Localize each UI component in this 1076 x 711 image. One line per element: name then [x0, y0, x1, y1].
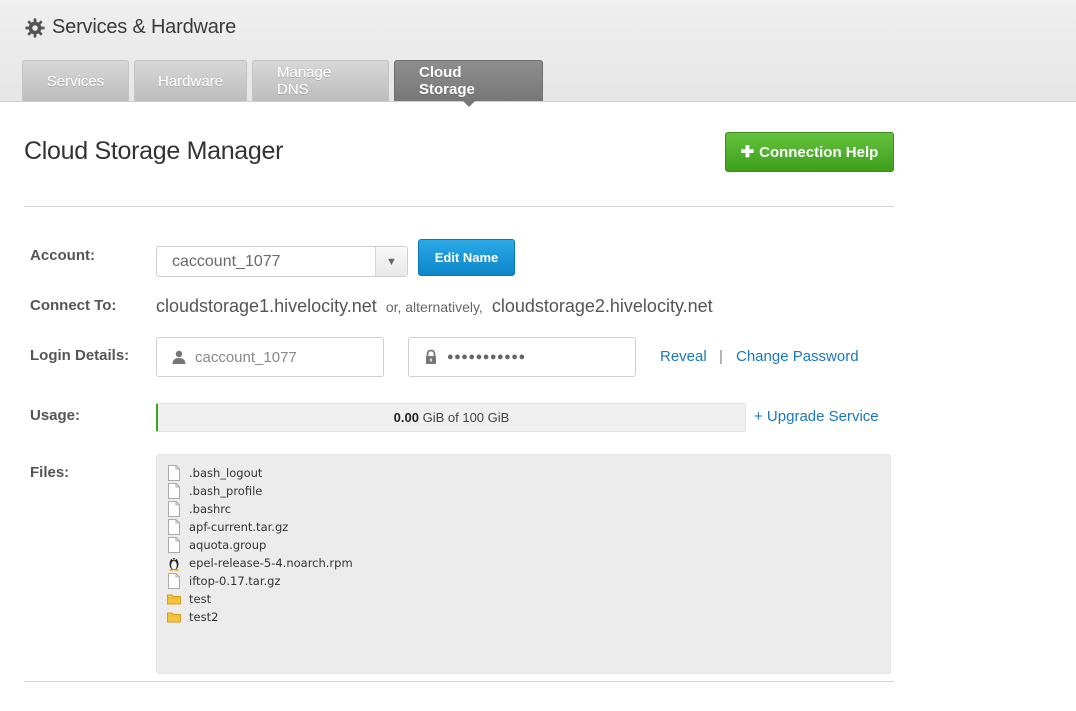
primary-host: cloudstorage1.hivelocity.net: [156, 296, 377, 316]
tab-manage-dns[interactable]: Manage DNS: [252, 60, 389, 101]
file-name: aquota.group: [189, 538, 267, 552]
tab-bar: Services Hardware Manage DNS Cloud Stora…: [22, 60, 543, 107]
plus-icon: ✚: [740, 144, 755, 161]
file-icon: [168, 483, 180, 499]
lock-icon: [426, 349, 436, 364]
file-name: test: [189, 592, 212, 606]
tab-hardware[interactable]: Hardware: [134, 60, 247, 101]
page-title: Services & Hardware: [52, 16, 237, 38]
file-row[interactable]: epel-release-5-4.noarch.rpm: [167, 554, 890, 572]
file-icon: [168, 465, 180, 481]
connect-hosts: cloudstorage1.hivelocity.net or, alterna…: [156, 296, 713, 317]
link-separator: |: [719, 348, 723, 365]
divider-top: [24, 206, 894, 207]
tab-cloud-storage[interactable]: Cloud Storage: [394, 60, 543, 107]
connection-help-label: Connection Help: [759, 143, 879, 161]
file-row[interactable]: .bash_logout: [167, 464, 890, 482]
user-icon: [172, 350, 186, 364]
file-row[interactable]: test: [167, 590, 890, 608]
file-name: epel-release-5-4.noarch.rpm: [189, 556, 353, 570]
change-password-link[interactable]: Change Password: [736, 348, 859, 365]
file-name: .bash_logout: [189, 466, 263, 480]
password-mask: ●●●●●●●●●●●: [447, 351, 526, 363]
usage-label: Usage:: [30, 407, 81, 424]
login-details-label: Login Details:: [30, 347, 130, 364]
linux-penguin-icon: [169, 558, 179, 571]
alternative-text: or, alternatively,: [385, 299, 483, 315]
secondary-host: cloudstorage2.hivelocity.net: [491, 296, 713, 316]
file-name: .bash_profile: [189, 484, 263, 498]
password-field[interactable]: ●●●●●●●●●●●: [408, 337, 636, 377]
file-name: test2: [189, 610, 219, 624]
file-name: iftop-0.17.tar.gz: [189, 574, 281, 588]
divider-bottom: [24, 681, 894, 682]
gear-icon: [25, 17, 45, 38]
section-title: Cloud Storage Manager: [24, 137, 284, 165]
usage-total-text: GiB of 100 GiB: [422, 410, 510, 425]
file-name: apf-current.tar.gz: [189, 520, 289, 534]
file-row[interactable]: .bash_profile: [167, 482, 890, 500]
connection-help-button[interactable]: ✚ Connection Help: [725, 132, 894, 172]
connect-to-label: Connect To:: [30, 297, 117, 314]
chevron-down-icon[interactable]: ▼: [375, 247, 407, 276]
tab-services[interactable]: Services: [22, 60, 129, 101]
account-select[interactable]: caccount_1077 ▼: [156, 246, 408, 277]
page-heading: Services & Hardware: [24, 16, 236, 39]
usage-used-value: 0.00: [393, 410, 419, 425]
username-field[interactable]: caccount_1077: [156, 337, 384, 377]
folder-icon: [167, 612, 181, 623]
account-label: Account:: [30, 247, 95, 264]
edit-name-button[interactable]: Edit Name: [418, 239, 515, 276]
username-value: caccount_1077: [195, 348, 297, 366]
files-label: Files:: [30, 464, 70, 481]
file-browser: .bash_logout .bash_profile .bashrc apf-curr…: [156, 454, 891, 674]
usage-progress-bar: 0.00 GiB of 100 GiB: [156, 403, 746, 432]
file-icon: [168, 501, 180, 517]
file-row[interactable]: apf-current.tar.gz: [167, 518, 890, 536]
folder-icon: [167, 594, 181, 605]
file-name: .bashrc: [189, 502, 232, 516]
file-row[interactable]: test2: [167, 608, 890, 626]
file-row[interactable]: aquota.group: [167, 536, 890, 554]
account-selected-value: caccount_1077: [172, 252, 281, 270]
file-row[interactable]: iftop-0.17.tar.gz: [167, 572, 890, 590]
file-icon: [168, 573, 180, 589]
file-icon: [168, 537, 180, 553]
file-icon: [168, 519, 180, 535]
file-list: .bash_logout .bash_profile .bashrc apf-curr…: [167, 464, 890, 626]
file-row[interactable]: .bashrc: [167, 500, 890, 518]
upgrade-service-link[interactable]: + Upgrade Service: [754, 408, 879, 425]
reveal-link[interactable]: Reveal: [660, 348, 707, 365]
